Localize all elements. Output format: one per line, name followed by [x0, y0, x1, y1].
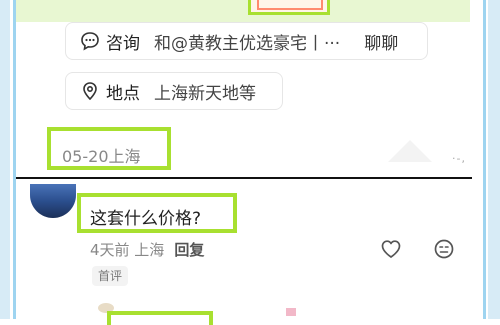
bottom-decoration [286, 308, 296, 316]
section-divider [16, 177, 472, 179]
consult-title: 咨询 [106, 33, 140, 54]
chat-action-link[interactable]: 聊聊 [364, 29, 398, 54]
popover-arrow [388, 140, 432, 162]
location-value: 上海新天地等 [154, 83, 256, 104]
top-annotation-marker [248, 0, 330, 15]
comment-time-place: 4天前 上海 [90, 241, 165, 259]
emoji-reaction-icon[interactable] [433, 238, 455, 260]
chat-bubble-icon [80, 31, 100, 51]
reply-button[interactable]: 回复 [174, 241, 204, 259]
frame-right-line [483, 0, 486, 319]
top-annotation-inner [257, 0, 323, 10]
comment-text: 这套什么价格? [90, 209, 202, 229]
comment-meta: 4天前 上海 回复 [90, 239, 204, 260]
location-title: 地点 [106, 83, 140, 104]
frame-left [0, 0, 10, 319]
consult-chip[interactable]: 咨询 和@黄教主优选豪宅丨··· 聊聊 [65, 22, 428, 60]
location-pin-icon [80, 81, 100, 101]
first-comment-badge: 首评 [92, 266, 129, 286]
location-chip[interactable]: 地点 上海新天地等 [65, 72, 283, 110]
bottom-highlight-box [107, 311, 213, 325]
top-highlight-band [16, 0, 470, 22]
avatar[interactable] [30, 184, 76, 218]
right-truncated-text: ·-, [452, 152, 466, 165]
frame-right [488, 0, 500, 319]
consult-value: 和@黄教主优选豪宅丨··· [154, 33, 341, 54]
post-date-place: 05-20上海 [62, 147, 141, 166]
heart-icon[interactable] [380, 238, 402, 260]
frame-left-line [13, 0, 16, 319]
